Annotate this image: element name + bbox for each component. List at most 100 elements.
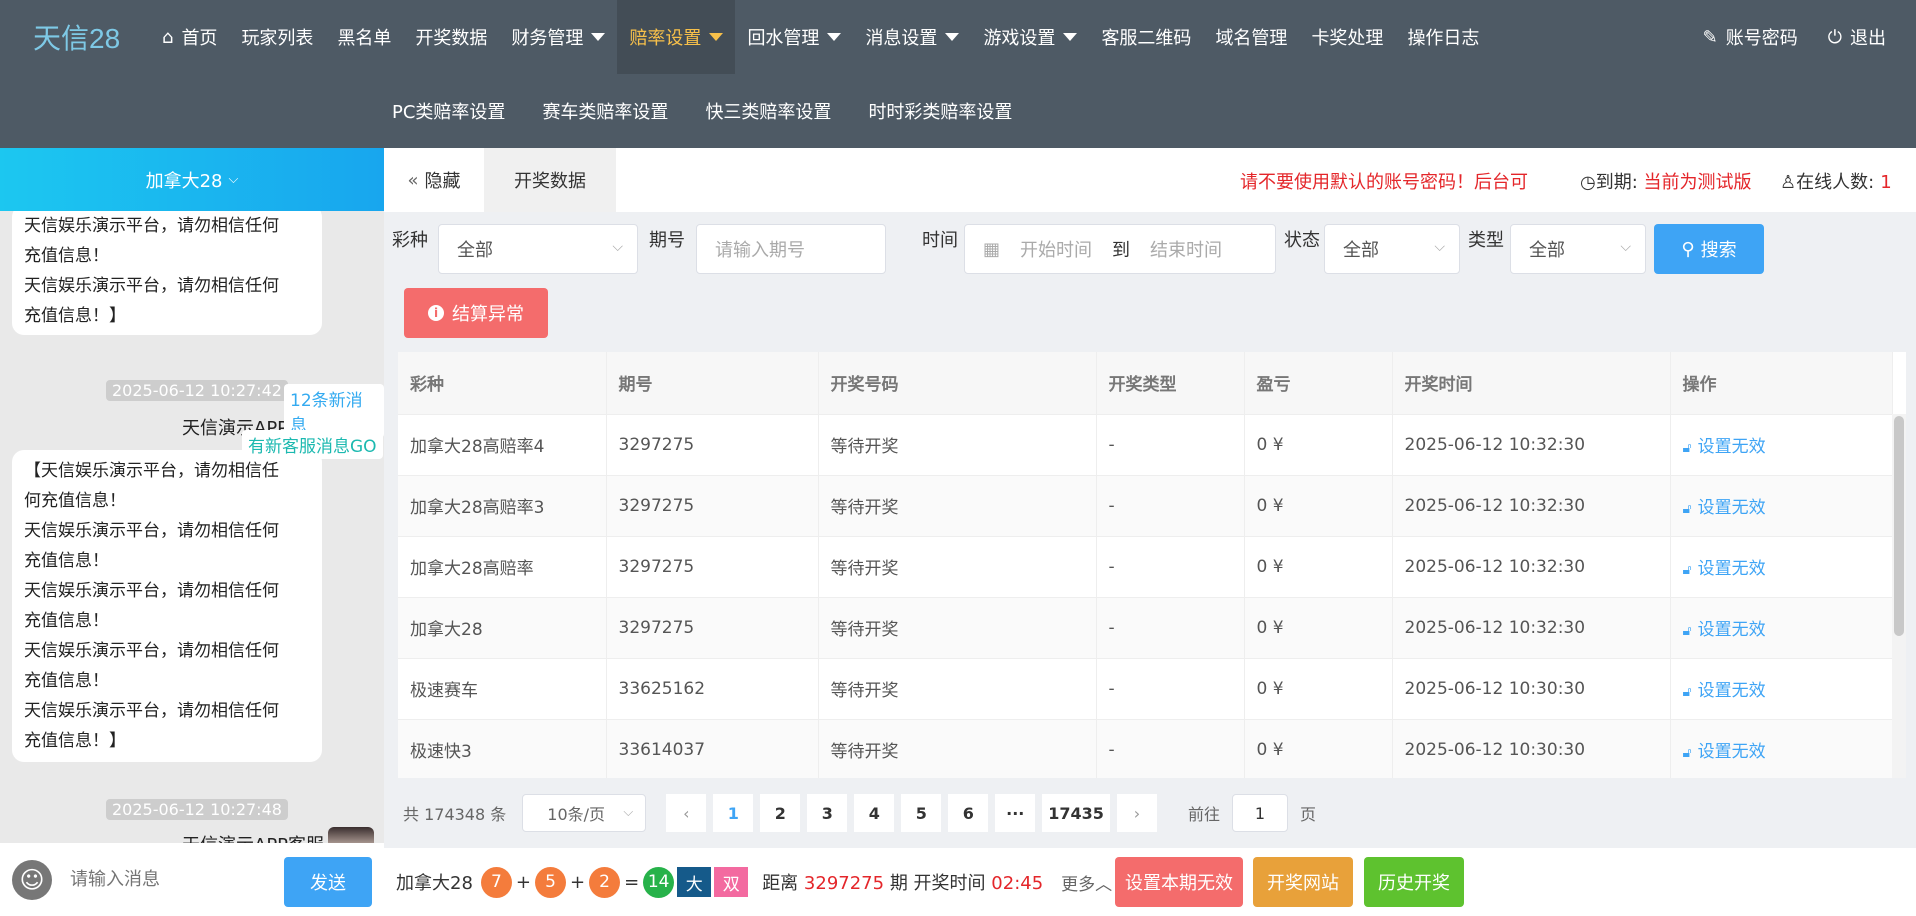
top-right-actions: ✎ 账号密码 ⏻ 退出 [1703, 0, 1916, 74]
prev-page-button[interactable]: ‹ [666, 794, 707, 832]
set-invalid-link[interactable]: 🔓︎ 设置无效 [1670, 658, 1893, 720]
page-size-select[interactable]: 10条/页 ⌵ [522, 794, 647, 832]
emoji-icon[interactable]: ☺ [12, 859, 52, 900]
page-button[interactable]: 2 [760, 794, 801, 832]
set-invalid-label: 设置无效 [1697, 620, 1766, 640]
expire-info: ◷到期: 当前为测试版 [1580, 168, 1752, 194]
filter-bar: 彩种 全部 ⌵ 期号 请输入期号 时间 ▦ 开始时间 到 结束时间 状态 全部 … [384, 212, 1916, 350]
next-page-button[interactable]: › [1116, 794, 1157, 832]
search-button[interactable]: ⚲ 搜索 [1654, 224, 1764, 274]
table-cell: 0 ¥ [1244, 658, 1393, 720]
nav-item[interactable]: 财务管理 [499, 0, 617, 74]
nav-item[interactable]: 黑名单 [325, 0, 403, 74]
hide-sidebar-button[interactable]: « 隐藏 [384, 148, 484, 212]
goto-page-input[interactable]: 1 [1231, 794, 1288, 832]
chat-message-input[interactable] [70, 869, 270, 890]
nav-item[interactable]: 开奖数据 [403, 0, 499, 74]
table-cell: 2025-06-12 10:32:30 [1392, 475, 1671, 537]
chevron-down-icon: ⌵ [612, 239, 623, 255]
nav-item-label: 游戏设置 [983, 28, 1056, 49]
send-button[interactable]: 发送 [284, 857, 372, 907]
nav-item[interactable]: 赔率设置 [617, 0, 736, 74]
chevron-up-icon: ︿ [1095, 874, 1113, 895]
page-button[interactable]: 3 [807, 794, 848, 832]
column-header: 彩种 [398, 352, 607, 415]
history-button[interactable]: 历史开奖 [1364, 857, 1464, 907]
subnav-item[interactable]: 快三类赔率设置 [705, 98, 831, 124]
more-button[interactable]: 更多︿ [1061, 870, 1112, 895]
chat-line: 天信娱乐演示平台，请勿相信任何 [24, 216, 279, 236]
lottery-select[interactable]: 全部 ⌵ [438, 224, 638, 274]
page-button[interactable]: 4 [854, 794, 895, 832]
page-button[interactable]: ··· [995, 794, 1036, 832]
page-button[interactable]: 6 [948, 794, 989, 832]
table-row: 极速赛车 33625162 等待开奖 -0 ¥2025-06-12 10:30:30 🔓… [398, 658, 1893, 720]
table-scrollbar[interactable] [1892, 414, 1906, 778]
app-logo[interactable]: 天信28 [0, 17, 150, 57]
table-cell: 33614037 [606, 719, 819, 778]
page-button[interactable]: 1 [713, 794, 754, 832]
set-invalid-link[interactable]: 🔓︎ 设置无效 [1670, 536, 1893, 598]
subnav-item[interactable]: PC类赔率设置 [392, 98, 505, 124]
chat-messages[interactable]: 天信娱乐演示平台，请勿相信任何 充值信息！ 天信娱乐演示平台，请勿相信任何 充值… [0, 211, 384, 843]
pagination: 共 174348 条 10条/页 ⌵ ‹ 1 2 3 4 5 6 ··· 17435 › 前往… [384, 788, 1916, 838]
type-label: 类型 [1468, 230, 1504, 251]
set-invalid-link[interactable]: 🔓︎ 设置无效 [1670, 597, 1893, 659]
nav-item-label: 客服二维码 [1101, 28, 1192, 49]
table-cell: 3297275 [606, 597, 819, 659]
nav-item-label: 消息设置 [865, 28, 938, 49]
nav-item[interactable]: 回水管理 [735, 0, 853, 74]
account-password-link[interactable]: ✎ 账号密码 [1703, 24, 1798, 50]
type-select[interactable]: 全部 ⌵ [1510, 224, 1646, 274]
table-cell: 等待开奖 [818, 414, 1097, 476]
plus-sign: + [570, 871, 586, 893]
page-button[interactable]: 5 [901, 794, 942, 832]
nav-item[interactable]: 卡奖处理 [1299, 0, 1395, 74]
new-service-message-link[interactable]: 有新客服消息GO [242, 430, 383, 459]
table-cell: 3297275 [606, 475, 819, 537]
page-button[interactable]: 17435 [1042, 794, 1110, 832]
chat-line: 天信娱乐演示平台，请勿相信任何 [24, 641, 279, 661]
table-cell: - [1096, 414, 1245, 476]
set-invalid-link[interactable]: 🔓︎ 设置无效 [1670, 414, 1893, 476]
table-cell: - [1096, 658, 1245, 720]
date-range-picker[interactable]: ▦ 开始时间 到 结束时间 [964, 224, 1276, 274]
chat-lottery-selector[interactable]: 加拿大28 ⌵ [0, 148, 384, 211]
logout-link[interactable]: ⏻ 退出 [1828, 24, 1886, 50]
nav-item[interactable]: 玩家列表 [229, 0, 325, 74]
settle-error-button[interactable]: i 结算异常 [404, 288, 548, 338]
nav-item[interactable]: 客服二维码 [1089, 0, 1203, 74]
set-invalid-link[interactable]: 🔓︎ 设置无效 [1670, 719, 1893, 778]
chevron-down-icon: ⌵ [1620, 239, 1631, 255]
total-count: 共 174348 条 [403, 805, 507, 824]
set-invalid-button[interactable]: 设置本期无效 [1115, 857, 1243, 907]
nav-item[interactable]: 域名管理 [1203, 0, 1299, 74]
status-select[interactable]: 全部 ⌵ [1324, 224, 1460, 274]
set-invalid-link[interactable]: 🔓︎ 设置无效 [1670, 475, 1893, 537]
nav-item[interactable]: 操作日志 [1395, 0, 1491, 74]
chat-line: 充值信息！ [24, 246, 109, 266]
lock-icon: 🔓︎ [1682, 501, 1692, 517]
online-label: 在线人数: [1796, 172, 1875, 193]
table-row: 加拿大28 3297275 等待开奖 -0 ¥2025-06-12 10:32:30 🔓… [398, 597, 1893, 659]
draw-site-button[interactable]: 开奖网站 [1253, 857, 1353, 907]
table-cell: 0 ¥ [1244, 536, 1393, 598]
issue-input[interactable]: 请输入期号 [696, 224, 886, 274]
set-invalid-label: 设置无效 [1697, 437, 1766, 457]
nav-item[interactable]: ⌂ 首页 [150, 0, 229, 74]
table-cell: 等待开奖 [818, 719, 1097, 778]
draw-ball: 2 [589, 866, 621, 898]
clock-icon: ◷ [1580, 172, 1596, 193]
issue-label: 期号 [649, 230, 685, 251]
lottery-select-value: 全部 [457, 240, 493, 261]
subnav-item[interactable]: 时时彩类赔率设置 [868, 98, 1012, 124]
nav-item[interactable]: 消息设置 [853, 0, 971, 74]
end-time-placeholder: 结束时间 [1150, 240, 1223, 261]
chat-line: 天信娱乐演示平台，请勿相信任何 [24, 276, 279, 296]
start-time-placeholder: 开始时间 [1020, 240, 1093, 261]
subnav-item[interactable]: 赛车类赔率设置 [542, 98, 668, 124]
online-count: ♙在线人数: 1 [1780, 168, 1892, 194]
scrollbar-thumb[interactable] [1894, 416, 1904, 636]
tab-lottery-data[interactable]: 开奖数据 [484, 148, 616, 212]
nav-item[interactable]: 游戏设置 [971, 0, 1089, 74]
